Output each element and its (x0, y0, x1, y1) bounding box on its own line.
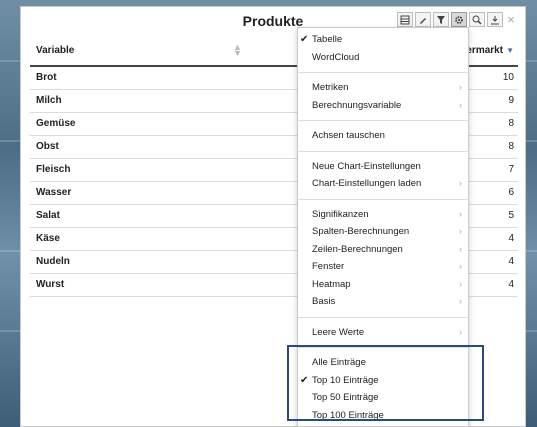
table-view-icon[interactable] (397, 12, 413, 27)
menu-item-analysis-4[interactable]: Heatmap › (298, 276, 468, 294)
row-label: Nudeln (36, 256, 70, 267)
menu-item-label: Achsen tauschen (312, 130, 385, 141)
row-label: Salat (36, 210, 60, 221)
submenu-arrow-icon: › (459, 326, 462, 337)
download-icon[interactable] (487, 12, 503, 27)
close-icon[interactable]: × (505, 12, 517, 27)
submenu-arrow-icon: › (459, 208, 462, 219)
menu-item-view-1[interactable]: WordCloud (298, 49, 468, 67)
row-value: 5 (508, 210, 514, 221)
zoom-icon[interactable] (469, 12, 485, 27)
menu-item-axes-0[interactable]: Achsen tauschen (298, 127, 468, 145)
menu-item-empty-0[interactable]: Leere Werte › (298, 324, 468, 342)
column-header-variable[interactable]: Variable (36, 45, 74, 56)
row-value: 4 (508, 279, 514, 290)
panel-toolbar: × (397, 12, 517, 27)
sort-desc-icon: ▼ (506, 46, 514, 55)
menu-item-label: Neue Chart-Einstellungen (312, 160, 421, 172)
submenu-arrow-icon: › (459, 261, 462, 271)
row-label: Wurst (36, 279, 65, 290)
menu-item-label: Spalten-Berechnungen (312, 226, 410, 237)
menu-item-analysis-2[interactable]: Zeilen-Berechnungen › (298, 241, 468, 259)
menu-item-chart-settings-0[interactable]: Neue Chart-Einstellungen (298, 158, 468, 176)
sort-toggle-icon[interactable]: ▲ ▼ (233, 43, 242, 58)
checkmark-icon: ✔ (300, 34, 309, 45)
filter-icon[interactable] (433, 12, 449, 27)
submenu-arrow-icon: › (459, 82, 462, 92)
menu-item-chart-settings-1[interactable]: Chart-Einstellungen laden › (298, 175, 468, 193)
edit-icon[interactable] (415, 12, 431, 27)
submenu-arrow-icon: › (459, 226, 462, 236)
menu-item-label: Berechnungsvariable (312, 99, 402, 111)
submenu-arrow-icon: › (459, 296, 462, 306)
menu-item-analysis-0[interactable]: Signifikanzen › (298, 206, 468, 224)
menu-item-analysis-5[interactable]: Basis › (298, 293, 468, 311)
row-value: 6 (508, 187, 514, 198)
row-value: 4 (508, 233, 514, 244)
row-value: 4 (508, 256, 514, 267)
menu-separator (298, 316, 468, 318)
row-label: Milch (36, 95, 62, 106)
menu-item-label: Heatmap (312, 278, 351, 290)
menu-item-analysis-3[interactable]: Fenster › (298, 258, 468, 276)
row-label: Fleisch (36, 164, 71, 175)
row-value: 8 (508, 141, 514, 152)
menu-item-label: Chart-Einstellungen laden (312, 178, 422, 189)
submenu-arrow-icon: › (459, 99, 462, 110)
menu-item-label: Zeilen-Berechnungen (312, 243, 403, 255)
menu-item-analysis-1[interactable]: Spalten-Berechnungen › (298, 223, 468, 241)
menu-item-label: Tabelle (312, 34, 343, 45)
row-label: Käse (36, 233, 60, 244)
submenu-arrow-icon: › (459, 278, 462, 289)
row-label: Obst (36, 141, 59, 152)
submenu-arrow-icon: › (459, 243, 462, 254)
menu-separator (298, 120, 468, 121)
menu-separator (298, 198, 468, 200)
menu-item-metrics-0[interactable]: Metriken › (298, 79, 468, 97)
menu-item-view-0[interactable]: ✔ Tabelle (298, 31, 468, 49)
row-value: 9 (508, 95, 514, 106)
row-value: 10 (502, 72, 514, 83)
menu-item-label: Signifikanzen (312, 208, 369, 220)
row-label: Brot (36, 72, 57, 83)
row-value: 8 (508, 118, 514, 129)
menu-separator (298, 150, 468, 152)
submenu-arrow-icon: › (459, 178, 462, 188)
menu-item-label: Metriken (312, 82, 349, 93)
menu-item-label: Fenster (312, 261, 345, 272)
menu-item-label: WordCloud (312, 51, 360, 63)
settings-gear-icon[interactable] (451, 12, 467, 27)
menu-item-metrics-1[interactable]: Berechnungsvariable › (298, 97, 468, 115)
row-value: 7 (508, 164, 514, 175)
menu-separator (298, 72, 468, 73)
highlight-box (287, 345, 484, 421)
menu-item-label: Leere Werte (312, 326, 365, 338)
menu-item-label: Basis (312, 296, 336, 307)
row-label: Gemüse (36, 118, 76, 129)
row-label: Wasser (36, 187, 72, 198)
